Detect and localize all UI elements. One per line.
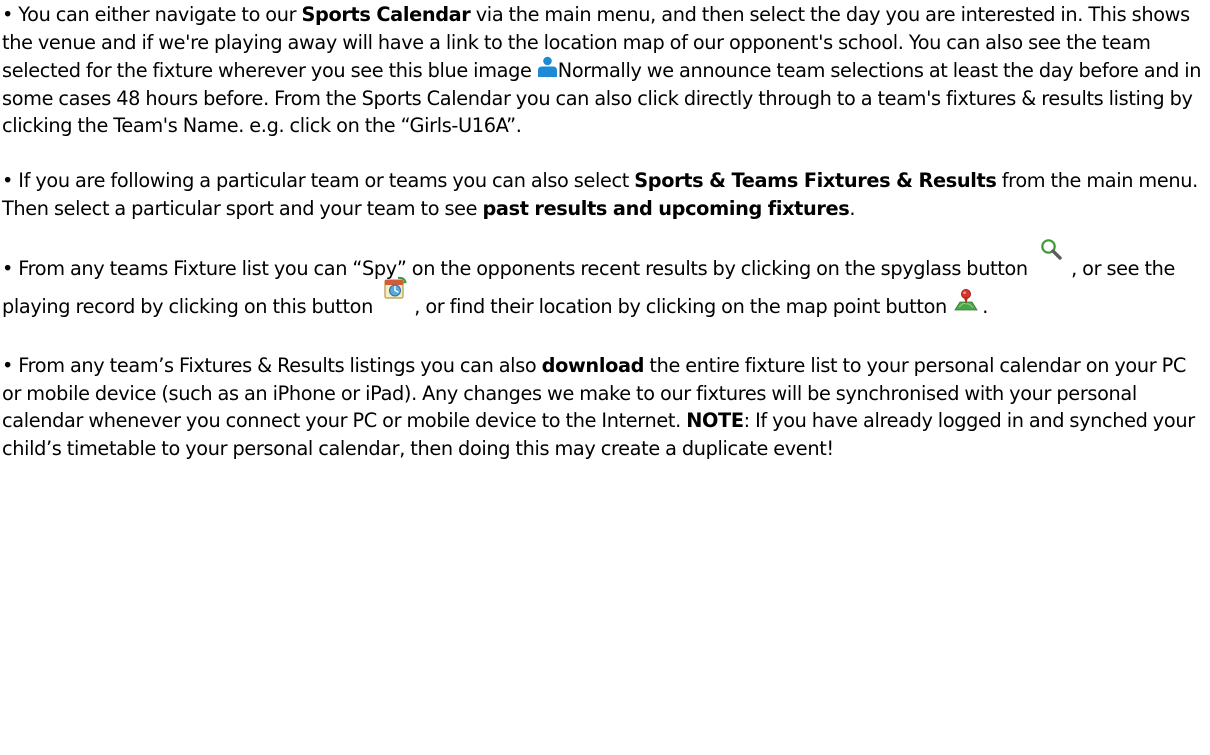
download-term: download	[541, 354, 645, 378]
text: • You can either navigate to our	[2, 3, 302, 26]
person-icon	[537, 56, 558, 78]
playing-record-icon[interactable]	[382, 275, 408, 301]
past-results-term: past results and upcoming fixtures	[482, 196, 850, 220]
map-point-icon[interactable]	[954, 288, 978, 312]
paragraph-fixtures-results: • If you are following a particular team…	[2, 167, 1202, 222]
text: .	[982, 295, 988, 319]
text: • From any teams Fixture list you can “S…	[2, 257, 1034, 281]
note-label: NOTE	[686, 409, 744, 433]
sports-teams-fixtures-term: Sports & Teams Fixtures & Results	[634, 168, 997, 192]
text: .	[849, 196, 856, 220]
text: • If you are following a particular team…	[2, 168, 635, 192]
sports-calendar-term: Sports Calendar	[301, 3, 471, 26]
paragraph-sports-calendar: • You can either navigate to our Sports …	[2, 1, 1202, 140]
help-document: • You can either navigate to our Sports …	[2, 1, 1202, 490]
text: • From any team’s Fixtures & Results lis…	[2, 354, 542, 378]
paragraph-spy-buttons: • From any teams Fixture list you can “S…	[2, 239, 1202, 325]
text: , or find their location by clicking on …	[414, 295, 953, 319]
spyglass-icon[interactable]	[1039, 237, 1065, 263]
paragraph-download: • From any team’s Fixtures & Results lis…	[2, 352, 1202, 462]
